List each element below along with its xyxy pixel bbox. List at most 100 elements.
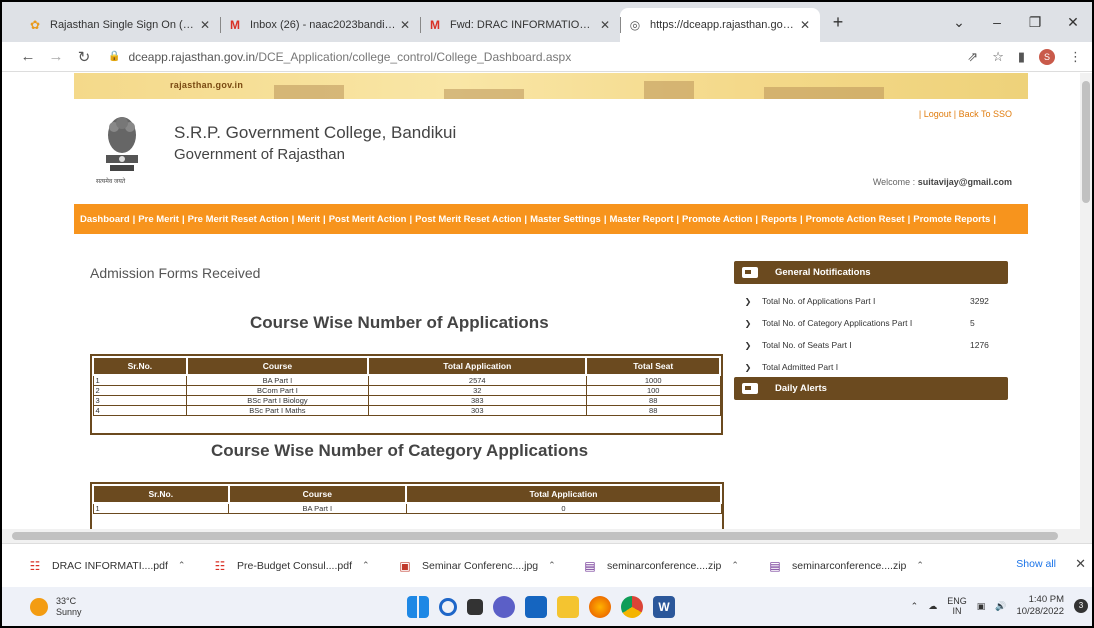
close-shelf-icon[interactable]: ✕ [1075,556,1086,572]
scroll-thumb[interactable] [1082,81,1090,203]
network-icon[interactable]: ▣ [977,601,986,612]
minimize-button[interactable]: – [978,14,1016,30]
word-icon[interactable]: W [653,596,675,618]
notification-label: Total Admitted Part I [762,362,839,372]
menu-item-pre-merit[interactable]: Pre Merit [138,214,179,225]
horizontal-scrollbar[interactable] [2,529,1092,543]
language-indicator[interactable]: ENG IN [947,596,967,616]
back-button[interactable]: ← [16,48,40,65]
temperature: 33°C [56,596,77,606]
menu-item-reports[interactable]: Reports [761,214,797,225]
menu-item-pre-merit-reset-action[interactable]: Pre Merit Reset Action [188,214,289,225]
general-notifications-panel: General Notifications ❯ Total No. of Appl… [734,261,1008,400]
share-icon[interactable]: ⇗ [967,49,978,65]
close-tab-icon[interactable]: ✕ [798,18,812,32]
tab-title: Inbox (26) - naac2023bandikui@ [250,19,398,31]
table-cell: 1000 [585,374,721,386]
tab-search-icon[interactable]: ⌄ [940,14,978,31]
notification-value: 3292 [970,296,989,306]
table-cell: 88 [585,405,721,416]
profile-avatar[interactable]: S [1039,49,1055,65]
download-filename: seminarconference....zip [607,559,722,572]
table-row: 1 BA Part I0 [92,502,722,514]
show-all-downloads-button[interactable]: Show all [1016,558,1056,570]
portal-banner: rajasthan.gov.in [74,73,1028,99]
menu-item-promote-action[interactable]: Promote Action [682,214,752,225]
chevron-up-icon[interactable]: ⌃ [548,560,556,571]
download-item[interactable]: ▣ Seminar Conferenc....jpg ⌃ [398,558,583,574]
table-row: 4 BSc Part I Maths 303 88 [92,405,721,416]
download-item[interactable]: ▤ seminarconference....zip ⌃ [768,558,953,574]
chevron-up-icon[interactable]: ⌃ [178,560,186,571]
scroll-thumb[interactable] [12,532,1058,540]
browser-tab[interactable]: M Inbox (26) - naac2023bandikui@ ✕ [220,8,420,42]
close-tab-icon[interactable]: ✕ [598,18,612,32]
search-icon[interactable] [439,598,457,616]
chevron-up-icon[interactable]: ⌃ [362,560,370,571]
windows-start-icon[interactable] [407,596,429,618]
browser-tab[interactable]: ✿ Rajasthan Single Sign On (93) ✕ [20,8,220,42]
menu-item-post-merit-reset-action[interactable]: Post Merit Reset Action [415,214,521,225]
forward-button[interactable]: → [44,48,68,65]
new-tab-button[interactable]: + [826,12,850,33]
reload-button[interactable]: ↻ [72,48,96,66]
notification-item[interactable]: ❯ Total No. of Applications Part I 3292 [734,290,1008,312]
download-item[interactable]: ▤ seminarconference....zip ⌃ [583,558,768,574]
chevron-up-icon[interactable]: ⌃ [731,560,739,571]
table-cell: 1 [92,502,230,514]
notification-list: ❯ Total No. of Applications Part I 3292 ❯ To… [734,290,1008,378]
firefox-icon[interactable] [589,596,611,618]
url-field[interactable]: 🔒 dceapp.rajasthan.gov.in/DCE_Applicatio… [108,50,571,64]
menu-item-master-report[interactable]: Master Report [610,214,674,225]
menu-item-dashboard[interactable]: Dashboard [80,214,130,225]
file-explorer-icon[interactable] [557,596,579,618]
task-view-icon[interactable] [467,599,483,615]
maximize-button[interactable]: ❐ [1016,14,1054,31]
logout-back-to-sso-links[interactable]: | Logout | Back To SSO [919,109,1012,119]
table-cell: BA Part I [186,374,369,386]
menu-item-post-merit-action[interactable]: Post Merit Action [329,214,407,225]
clock[interactable]: 1:40 PM 10/28/2022 [1016,594,1064,618]
lock-icon[interactable]: 🔒 [108,51,120,62]
notification-label: Total No. of Category Applications Part … [762,318,913,328]
weather-widget[interactable]: 33°C Sunny [30,596,82,618]
chevron-right-icon: ❯ [744,318,752,328]
browser-tab-active[interactable]: ◎ https://dceapp.rajasthan.gov.in/ ✕ [620,8,820,42]
close-window-button[interactable]: ✕ [1054,14,1092,31]
column-header: Sr.No. [92,356,188,376]
notification-item[interactable]: ❯ Total No. of Category Applications Part… [734,312,1008,334]
chevron-up-icon[interactable]: ⌃ [916,560,924,571]
side-panel-icon[interactable]: ▮ [1018,49,1025,65]
admission-forms-title: Admission Forms Received [90,265,261,281]
vertical-scrollbar[interactable] [1080,73,1092,529]
rajasthan-logo-icon: ✿ [29,18,41,32]
notification-count-badge[interactable]: 3 [1074,599,1088,613]
menu-item-merit[interactable]: Merit [297,214,320,225]
close-tab-icon[interactable]: ✕ [398,18,412,32]
college-name: S.R.P. Government College, Bandikui [174,123,457,142]
close-tab-icon[interactable]: ✕ [198,18,212,32]
chat-icon[interactable] [493,596,515,618]
notification-item[interactable]: ❯ Total Admitted Part I [734,356,1008,378]
welcome-user: suitavijay@gmail.com [917,177,1012,187]
download-filename: Pre-Budget Consul....pdf [237,559,352,572]
browser-tab[interactable]: M Fwd: DRAC INFORMATION - ban ✕ [420,8,620,42]
notification-card-icon [742,267,758,278]
mail-icon[interactable] [525,596,547,618]
download-item[interactable]: ☷ DRAC INFORMATI....pdf ⌃ [28,558,213,574]
notification-label: Total No. of Seats Part I [762,340,852,350]
volume-icon[interactable]: 🔊 [995,601,1006,612]
menu-item-promote-reports[interactable]: Promote Reports [913,214,990,225]
pdf-icon: ☷ [29,558,41,573]
menu-item-master-settings[interactable]: Master Settings [530,214,601,225]
pdf-icon: ☷ [214,558,226,573]
bookmark-star-icon[interactable]: ☆ [992,49,1004,65]
menu-kebab-icon[interactable]: ⋮ [1069,49,1082,65]
menu-item-promote-action-reset[interactable]: Promote Action Reset [806,214,905,225]
download-item[interactable]: ☷ Pre-Budget Consul....pdf ⌃ [213,558,398,574]
tray-overflow-icon[interactable]: ⌃ [911,601,919,612]
onedrive-icon[interactable]: ☁ [928,601,937,612]
column-header: Course [227,484,408,504]
chrome-icon[interactable] [621,596,643,618]
notification-item[interactable]: ❯ Total No. of Seats Part I 1276 [734,334,1008,356]
